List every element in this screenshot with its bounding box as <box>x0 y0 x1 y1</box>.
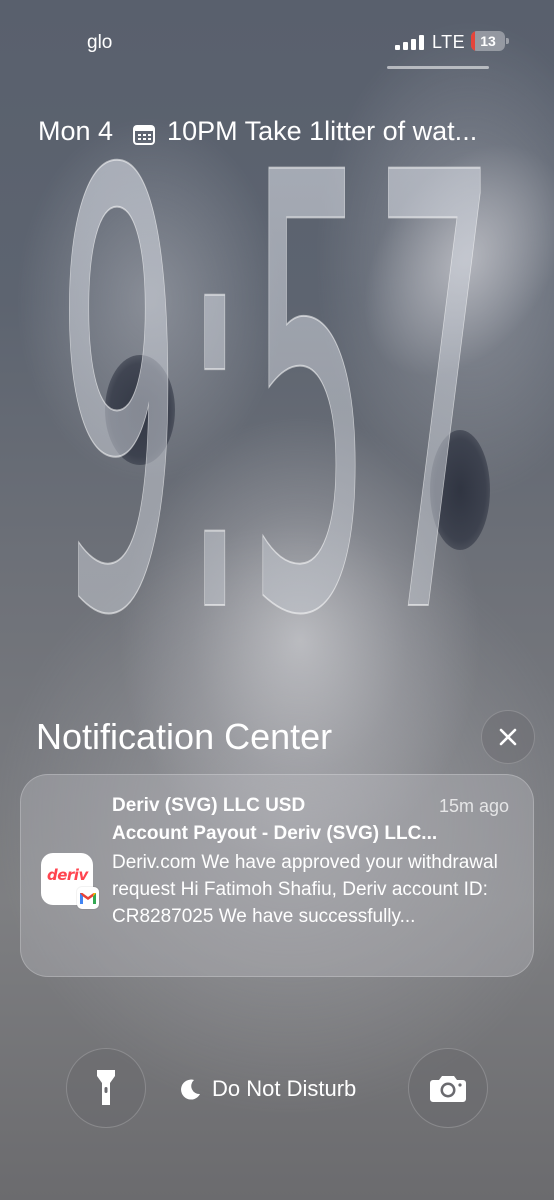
notification-title: Deriv (SVG) LLC USD <box>112 795 306 816</box>
carrier-name: glo <box>87 32 113 53</box>
notification-subtitle: Account Payout - Deriv (SVG) LLC... <box>112 823 438 844</box>
swipe-indicator <box>387 66 489 69</box>
status-bar: glo LTE 13 <box>0 0 554 80</box>
camera-button[interactable] <box>408 1048 488 1128</box>
focus-mode-indicator[interactable]: Do Not Disturb <box>180 1073 356 1105</box>
notification-center-title: Notification Center <box>36 716 333 757</box>
date-label: Mon 4 <box>38 115 114 146</box>
lock-screen-clock: 9:57 <box>56 150 498 620</box>
date-widget-row[interactable]: Mon 4 10PM Take 1litter of wat... <box>38 114 477 148</box>
notification-card[interactable]: deriv Deriv (SVG) LLC USD 15m ago Accoun… <box>20 774 534 977</box>
notification-body: Deriv.com We have approved your withdraw… <box>112 852 498 927</box>
gmail-icon <box>77 887 99 909</box>
app-icon-label: deriv <box>47 866 88 884</box>
cellular-signal-icon <box>395 35 425 50</box>
moon-icon <box>181 1079 200 1100</box>
notification-timestamp: 15m ago <box>438 796 509 816</box>
battery-level: 13 <box>480 33 496 49</box>
camera-icon <box>430 1076 466 1102</box>
network-type: LTE <box>432 32 466 52</box>
flashlight-button[interactable] <box>66 1048 146 1128</box>
clear-notifications-button[interactable] <box>481 710 535 764</box>
flashlight-icon <box>97 1070 115 1105</box>
clock-time: 9:57 <box>57 150 497 620</box>
reminder-text: 10PM Take 1litter of wat... <box>167 115 478 146</box>
calendar-icon <box>133 121 156 145</box>
focus-mode-label: Do Not Disturb <box>212 1076 357 1101</box>
battery-icon: 13 <box>471 31 509 51</box>
close-icon <box>499 728 517 746</box>
